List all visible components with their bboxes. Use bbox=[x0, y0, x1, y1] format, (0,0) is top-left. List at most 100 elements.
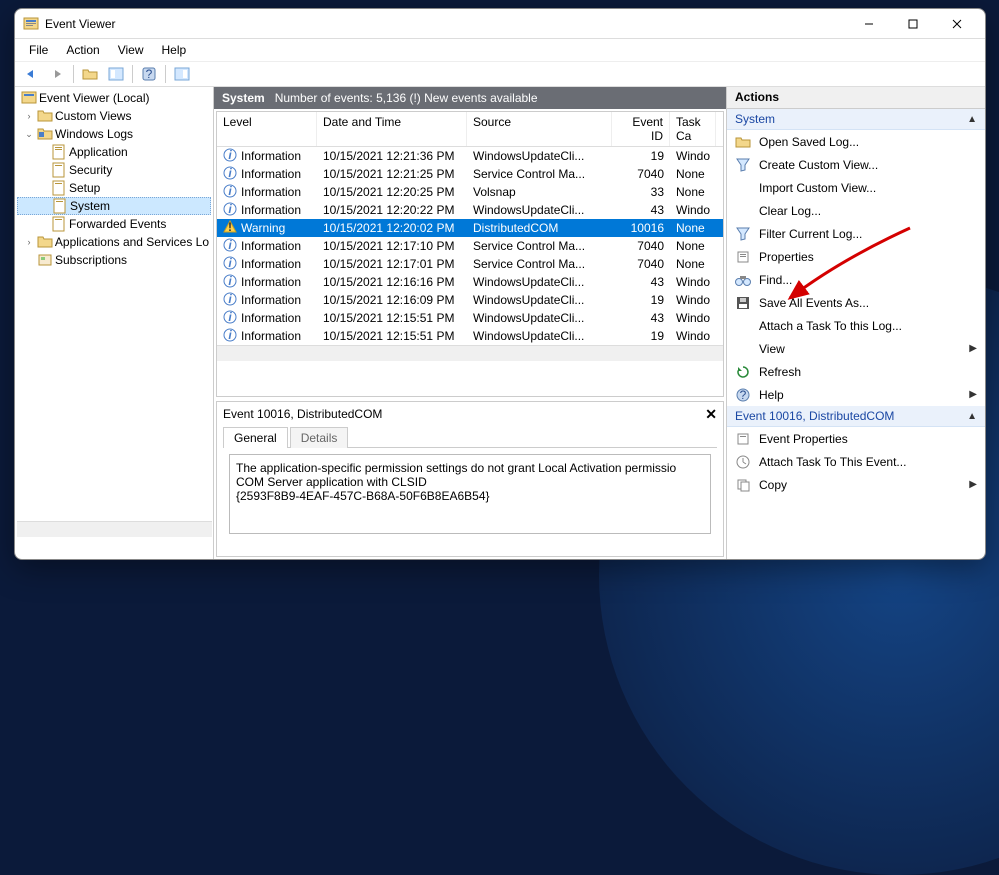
action-open-saved-log[interactable]: Open Saved Log... bbox=[727, 130, 985, 153]
info-icon: i bbox=[223, 256, 237, 273]
table-row[interactable]: iInformation10/15/2021 12:21:36 PMWindow… bbox=[217, 147, 723, 165]
action-copy[interactable]: Copy ▶ bbox=[727, 473, 985, 496]
detail-close-button[interactable]: ✕ bbox=[705, 406, 717, 423]
table-row[interactable]: iInformation10/15/2021 12:15:51 PMWindow… bbox=[217, 327, 723, 345]
tree-pane[interactable]: Event Viewer (Local) › Custom Views ⌄ Wi… bbox=[15, 87, 214, 559]
tree-scrollbar-x[interactable] bbox=[17, 521, 212, 537]
col-level[interactable]: Level bbox=[217, 112, 317, 146]
tree-forwarded[interactable]: Forwarded Events bbox=[17, 215, 211, 233]
toolbar: ? bbox=[15, 61, 985, 87]
action-refresh[interactable]: Refresh bbox=[727, 360, 985, 383]
col-task[interactable]: Task Ca bbox=[670, 112, 716, 146]
forward-button[interactable] bbox=[45, 63, 69, 85]
action-event-properties[interactable]: Event Properties bbox=[727, 427, 985, 450]
action-label: Attach a Task To this Log... bbox=[759, 319, 977, 333]
eventid-cell: 19 bbox=[612, 328, 670, 344]
table-scrollbar-x[interactable] bbox=[217, 345, 723, 361]
menubar: File Action View Help bbox=[15, 39, 985, 61]
level-text: Information bbox=[241, 167, 301, 181]
table-row[interactable]: iInformation10/15/2021 12:16:16 PMWindow… bbox=[217, 273, 723, 291]
actions-section-system[interactable]: System ▲ bbox=[727, 109, 985, 130]
action-attach-task[interactable]: Attach a Task To this Log... bbox=[727, 314, 985, 337]
menu-view[interactable]: View bbox=[110, 41, 152, 59]
event-table[interactable]: Level Date and Time Source Event ID Task… bbox=[216, 111, 724, 397]
task-icon bbox=[735, 454, 751, 470]
action-attach-task-event[interactable]: Attach Task To This Event... bbox=[727, 450, 985, 473]
tree-setup[interactable]: Setup bbox=[17, 179, 211, 197]
tree-windows-logs[interactable]: ⌄ Windows Logs bbox=[17, 125, 211, 143]
tree-system[interactable]: System bbox=[17, 197, 211, 215]
info-icon: i bbox=[223, 310, 237, 327]
table-row[interactable]: iInformation10/15/2021 12:17:01 PMServic… bbox=[217, 255, 723, 273]
tree-apps-services[interactable]: › Applications and Services Lo bbox=[17, 233, 211, 251]
menu-help[interactable]: Help bbox=[154, 41, 195, 59]
eventid-cell: 33 bbox=[612, 184, 670, 200]
chevron-right-icon: ▶ bbox=[969, 343, 977, 354]
action-find[interactable]: Find... bbox=[727, 268, 985, 291]
date-cell: 10/15/2021 12:20:22 PM bbox=[317, 202, 467, 218]
info-icon: i bbox=[223, 328, 237, 345]
minimize-button[interactable] bbox=[849, 12, 889, 36]
tree-label: Custom Views bbox=[55, 109, 131, 123]
task-cell: Windo bbox=[670, 292, 716, 308]
show-tree-button[interactable] bbox=[104, 63, 128, 85]
chevron-right-icon[interactable]: › bbox=[23, 111, 35, 121]
detail-text[interactable]: The application-specific permission sett… bbox=[229, 454, 711, 534]
task-cell: Windo bbox=[670, 202, 716, 218]
action-label: Refresh bbox=[759, 365, 977, 379]
date-cell: 10/15/2021 12:17:01 PM bbox=[317, 256, 467, 272]
warning-icon: ! bbox=[223, 220, 237, 237]
chevron-down-icon[interactable]: ⌄ bbox=[23, 129, 35, 140]
level-text: Information bbox=[241, 293, 301, 307]
source-cell: Service Control Ma... bbox=[467, 166, 612, 182]
table-row[interactable]: iInformation10/15/2021 12:17:10 PMServic… bbox=[217, 237, 723, 255]
source-cell: WindowsUpdateCli... bbox=[467, 328, 612, 344]
level-text: Information bbox=[241, 239, 301, 253]
action-help[interactable]: ? Help ▶ bbox=[727, 383, 985, 406]
col-date[interactable]: Date and Time bbox=[317, 112, 467, 146]
action-view[interactable]: View ▶ bbox=[727, 337, 985, 360]
source-cell: WindowsUpdateCli... bbox=[467, 148, 612, 164]
table-row[interactable]: iInformation10/15/2021 12:20:22 PMWindow… bbox=[217, 201, 723, 219]
eventid-cell: 7040 bbox=[612, 238, 670, 254]
table-row[interactable]: !Warning10/15/2021 12:20:02 PMDistribute… bbox=[217, 219, 723, 237]
maximize-button[interactable] bbox=[893, 12, 933, 36]
source-cell: DistributedCOM bbox=[467, 220, 612, 236]
tree-root[interactable]: Event Viewer (Local) bbox=[17, 89, 211, 107]
table-row[interactable]: iInformation10/15/2021 12:21:25 PMServic… bbox=[217, 165, 723, 183]
tab-details[interactable]: Details bbox=[290, 427, 349, 448]
subscriptions-icon bbox=[37, 252, 53, 268]
table-row[interactable]: iInformation10/15/2021 12:20:25 PMVolsna… bbox=[217, 183, 723, 201]
tree-custom-views[interactable]: › Custom Views bbox=[17, 107, 211, 125]
tab-general[interactable]: General bbox=[223, 427, 288, 448]
tree-application[interactable]: Application bbox=[17, 143, 211, 161]
action-clear-log[interactable]: Clear Log... bbox=[727, 199, 985, 222]
action-label: Copy bbox=[759, 478, 961, 492]
action-label: Find... bbox=[759, 273, 977, 287]
help-button[interactable]: ? bbox=[137, 63, 161, 85]
back-button[interactable] bbox=[19, 63, 43, 85]
col-eventid[interactable]: Event ID bbox=[612, 112, 670, 146]
level-text: Information bbox=[241, 203, 301, 217]
actions-pane-button[interactable] bbox=[170, 63, 194, 85]
action-properties[interactable]: Properties bbox=[727, 245, 985, 268]
date-cell: 10/15/2021 12:21:25 PM bbox=[317, 166, 467, 182]
eventid-cell: 43 bbox=[612, 202, 670, 218]
action-import-custom-view[interactable]: Import Custom View... bbox=[727, 176, 985, 199]
tree-subscriptions[interactable]: Subscriptions bbox=[17, 251, 211, 269]
action-create-custom-view[interactable]: Create Custom View... bbox=[727, 153, 985, 176]
table-row[interactable]: iInformation10/15/2021 12:15:51 PMWindow… bbox=[217, 309, 723, 327]
tree-security[interactable]: Security bbox=[17, 161, 211, 179]
actions-section-event[interactable]: Event 10016, DistributedCOM ▲ bbox=[727, 406, 985, 427]
menu-action[interactable]: Action bbox=[58, 41, 107, 59]
action-save-all[interactable]: Save All Events As... bbox=[727, 291, 985, 314]
col-source[interactable]: Source bbox=[467, 112, 612, 146]
eventid-cell: 43 bbox=[612, 274, 670, 290]
open-folder-button[interactable] bbox=[78, 63, 102, 85]
table-row[interactable]: iInformation10/15/2021 12:16:09 PMWindow… bbox=[217, 291, 723, 309]
close-button[interactable] bbox=[937, 12, 977, 36]
chevron-right-icon[interactable]: › bbox=[23, 237, 35, 247]
menu-file[interactable]: File bbox=[21, 41, 56, 59]
action-filter-log[interactable]: Filter Current Log... bbox=[727, 222, 985, 245]
window-title: Event Viewer bbox=[45, 17, 849, 31]
